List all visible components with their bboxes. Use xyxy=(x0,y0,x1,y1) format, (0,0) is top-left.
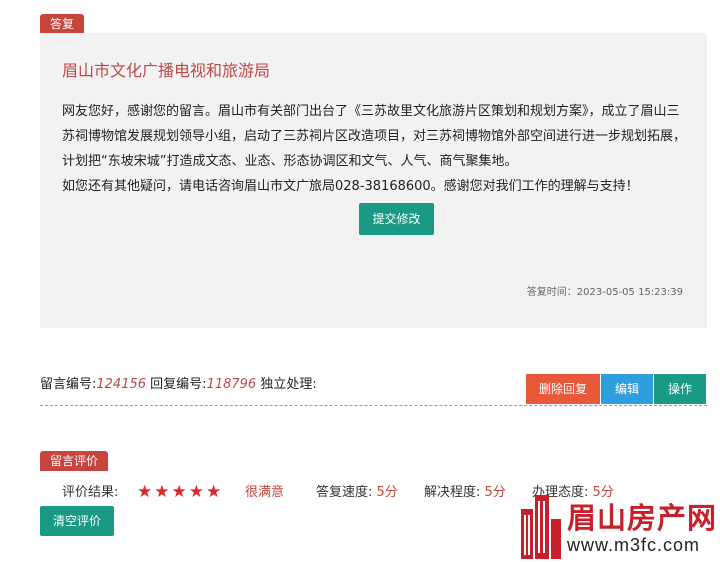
edit-button[interactable]: 编辑 xyxy=(601,374,653,404)
reply-time-value: 2023-05-05 15:23:39 xyxy=(576,287,683,298)
clear-evaluation-button[interactable]: 清空评价 xyxy=(40,506,114,536)
speed-rating: 答复速度: 5分 xyxy=(316,481,398,500)
eval-result-label: 评价结果: xyxy=(62,485,119,500)
evaluation-tag: 留言评价 xyxy=(40,451,109,471)
rating-text: 很满意 xyxy=(245,485,285,500)
handling-label: 独立处理: xyxy=(260,377,317,392)
building-icon xyxy=(521,495,561,559)
reply-time: 答复时间：2023-05-05 15:23:39 xyxy=(527,283,683,298)
reply-panel: 眉山市文化广播电视和旅游局 网友您好，感谢您的留言。眉山市有关部门出台了《三苏故… xyxy=(40,33,707,328)
reply-paragraph-2: 如您还有其他疑问，请电话咨询眉山市文广旅局028-38168600。感谢您对我们… xyxy=(62,179,639,194)
resolve-value: 5分 xyxy=(484,485,506,500)
divider xyxy=(40,405,707,406)
reply-no-label: 回复编号: xyxy=(150,377,207,392)
reply-time-label: 答复时间： xyxy=(526,287,577,298)
msg-no: 124156 xyxy=(96,377,147,392)
reply-paragraph-1: 网友您好，感谢您的留言。眉山市有关部门出台了《三苏故里文化旅游片区策划和规划方案… xyxy=(62,104,687,169)
delete-reply-button[interactable]: 删除回复 xyxy=(526,374,600,404)
rating-stars-icon: ★★★★★ xyxy=(137,482,224,502)
watermark-logo: 眉山房产网 www.m3fc.com xyxy=(515,489,720,562)
watermark-name: 眉山房产网 xyxy=(567,501,718,535)
reply-content: 网友您好，感谢您的留言。眉山市有关部门出台了《三苏故里文化旅游片区策划和规划方案… xyxy=(62,99,692,199)
operate-button[interactable]: 操作 xyxy=(654,374,706,404)
reply-tag: 答复 xyxy=(40,14,85,34)
watermark-url: www.m3fc.com xyxy=(567,535,701,555)
message-meta: 留言编号:124156 回复编号:118796 独立处理: xyxy=(40,373,317,392)
reply-org: 眉山市文化广播电视和旅游局 xyxy=(62,61,271,80)
reply-no: 118796 xyxy=(206,377,257,392)
resolve-rating: 解决程度: 5分 xyxy=(424,481,506,500)
speed-label: 答复速度: xyxy=(316,485,373,500)
resolve-label: 解决程度: xyxy=(424,485,481,500)
submit-edit-button[interactable]: 提交修改 xyxy=(359,203,434,235)
msg-no-label: 留言编号: xyxy=(40,377,97,392)
speed-value: 5分 xyxy=(376,485,398,500)
